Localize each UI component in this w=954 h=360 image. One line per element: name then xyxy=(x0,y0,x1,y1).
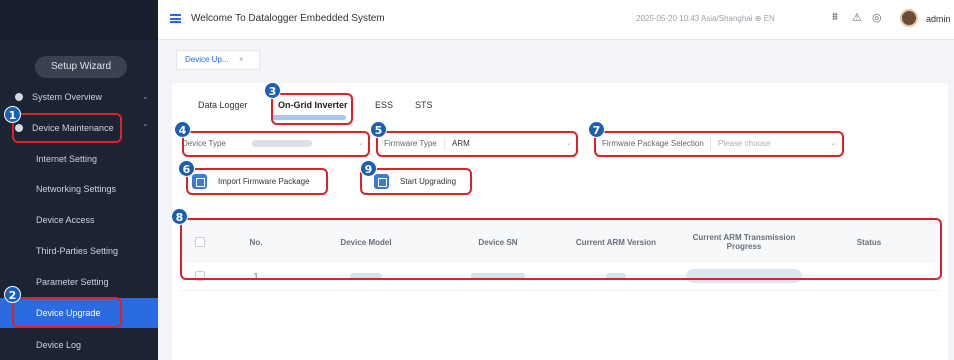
annotation-badge-5: 5 xyxy=(370,121,387,138)
alarm-icon[interactable]: ⚠ xyxy=(852,11,862,24)
setup-wizard-button[interactable]: Setup Wizard xyxy=(35,56,127,78)
sidebar-logo-area xyxy=(0,0,158,40)
avatar[interactable] xyxy=(900,9,918,27)
sidebar-item-networking-settings[interactable]: Networking Settings xyxy=(0,174,158,204)
sidebar-item-label: Third-Parties Setting xyxy=(36,246,119,256)
sidebar-item-system-overview[interactable]: System Overview ⌄ xyxy=(0,82,158,112)
sidebar-item-third-parties-setting[interactable]: Third-Parties Setting xyxy=(0,236,158,266)
sidebar-item-device-access[interactable]: Device Access xyxy=(0,205,158,235)
annotation-badge-6: 6 xyxy=(178,160,195,177)
sidebar-item-internet-setting[interactable]: Internet Setting xyxy=(0,144,158,174)
sidebar-item-label: Internet Setting xyxy=(36,154,98,164)
sidebar-item-label: Parameter Setting xyxy=(36,277,109,287)
annotation-badge-1: 1 xyxy=(4,106,21,123)
dashboard-icon xyxy=(15,93,23,101)
sidebar-item-device-log[interactable]: Device Log xyxy=(0,330,158,360)
annotation-badge-4: 4 xyxy=(174,121,191,138)
tab-data-logger[interactable]: Data Logger xyxy=(198,100,248,110)
annotation-box-device-upgrade xyxy=(12,297,122,328)
annotation-badge-7: 7 xyxy=(588,121,605,138)
breadcrumb-tab[interactable]: Device Up... × xyxy=(176,50,260,70)
sidebar-item-label: Device Access xyxy=(36,215,95,225)
close-icon[interactable]: × xyxy=(239,51,244,69)
annotation-badge-2: 2 xyxy=(4,286,21,303)
page-title: Welcome To Datalogger Embedded System xyxy=(191,13,385,24)
datetime-display: 2025-05-20 10:43 Asia/Shanghai ⊕ EN xyxy=(636,14,775,23)
tab-sts[interactable]: STS xyxy=(415,100,433,110)
annotation-box-start-button xyxy=(360,168,472,195)
username-label[interactable]: admin xyxy=(926,14,951,24)
annotation-box-device-type xyxy=(182,131,370,157)
sidebar-item-label: System Overview xyxy=(32,92,103,102)
help-icon[interactable]: ◎ xyxy=(872,11,882,24)
datetime-text: 2025-05-20 10:43 Asia/Shanghai xyxy=(636,14,753,23)
annotation-badge-8: 8 xyxy=(171,208,188,225)
tab-ess[interactable]: ESS xyxy=(375,100,393,110)
annotation-box-import-button xyxy=(186,168,328,195)
sidebar-item-parameter-setting[interactable]: Parameter Setting xyxy=(0,267,158,297)
signal-icon[interactable]: ⩩ xyxy=(832,11,838,24)
annotation-badge-9: 9 xyxy=(360,160,377,177)
top-header: Welcome To Datalogger Embedded System 20… xyxy=(158,0,954,40)
menu-toggle-icon[interactable] xyxy=(170,14,181,23)
annotation-box-firmware-type xyxy=(376,131,578,157)
annotation-box-device-table xyxy=(180,218,942,280)
sidebar-item-label: Networking Settings xyxy=(36,184,117,194)
annotation-box-package-selection xyxy=(594,131,844,157)
chevron-up-icon: ⌃ xyxy=(142,123,149,132)
breadcrumb-tab-label: Device Up... xyxy=(185,55,229,64)
sidebar-item-label: Device Log xyxy=(36,340,82,350)
language-label[interactable]: EN xyxy=(764,14,775,23)
annotation-badge-3: 3 xyxy=(264,82,281,99)
annotation-box-on-grid-tab xyxy=(271,93,353,125)
globe-icon[interactable]: ⊕ xyxy=(755,14,764,23)
chevron-down-icon: ⌄ xyxy=(142,92,149,101)
annotation-box-device-maintenance xyxy=(12,113,122,143)
